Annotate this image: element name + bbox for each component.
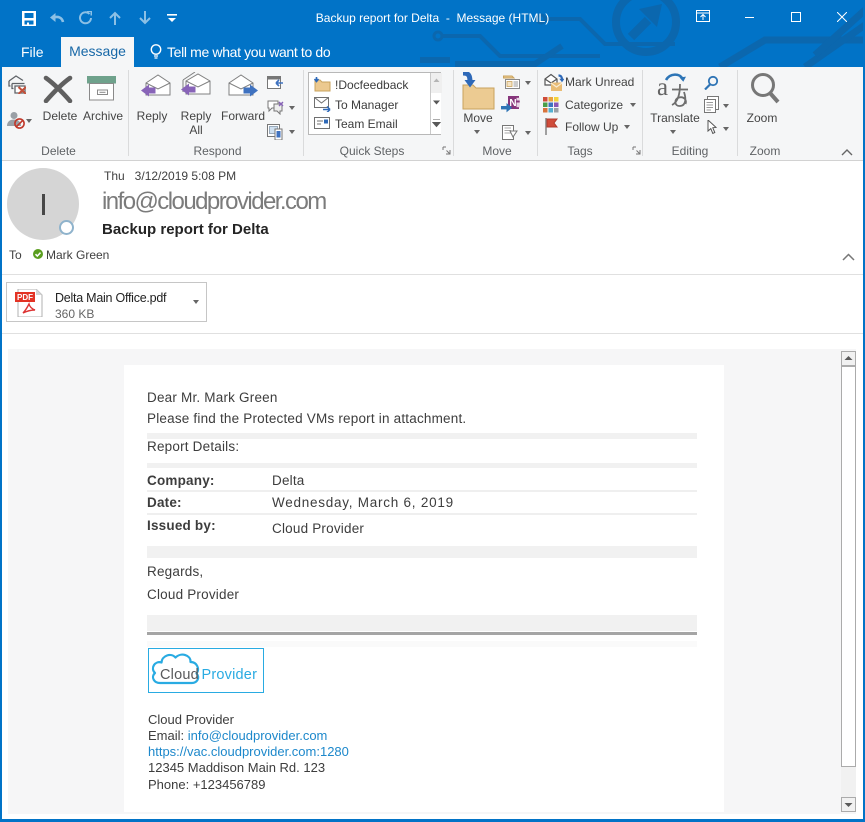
svg-text:Provider: Provider (202, 667, 258, 683)
svg-text:Cloud: Cloud (160, 667, 199, 683)
svg-text:PDF: PDF (17, 293, 33, 302)
